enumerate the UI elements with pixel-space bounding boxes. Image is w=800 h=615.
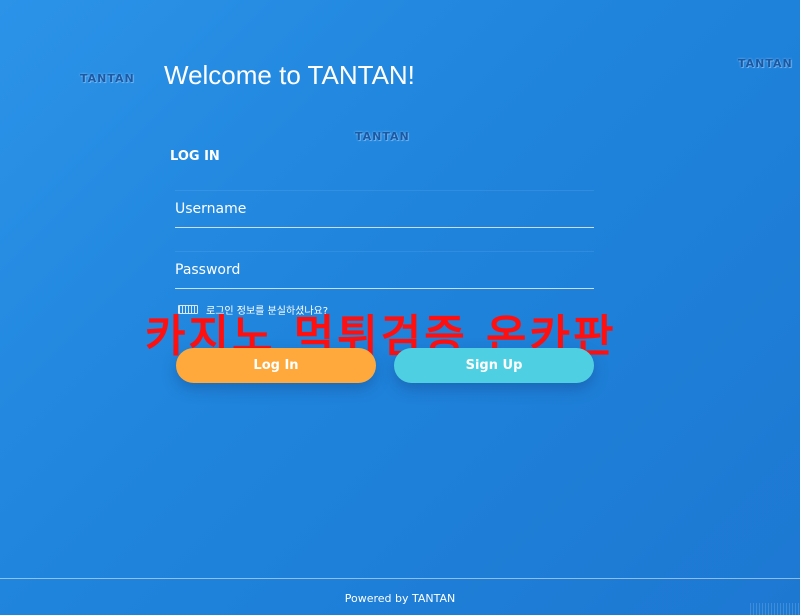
signup-button[interactable]: Sign Up <box>394 348 594 383</box>
password-field-container <box>175 251 594 289</box>
footer-text: Powered by TANTAN <box>344 592 456 605</box>
watermark-logo: TANTAN <box>355 130 410 143</box>
login-heading: LOG IN <box>170 149 220 164</box>
login-button[interactable]: Log In <box>176 348 376 383</box>
username-input[interactable] <box>175 191 594 227</box>
resize-grip[interactable] <box>750 603 800 615</box>
password-input[interactable] <box>175 252 594 288</box>
footer: Powered by TANTAN <box>0 578 800 615</box>
username-field-container <box>175 190 594 228</box>
page-title: Welcome to TANTAN! <box>164 60 415 90</box>
watermark-logo: TANTAN <box>80 72 135 85</box>
watermark-logo: TANTAN <box>738 57 793 70</box>
